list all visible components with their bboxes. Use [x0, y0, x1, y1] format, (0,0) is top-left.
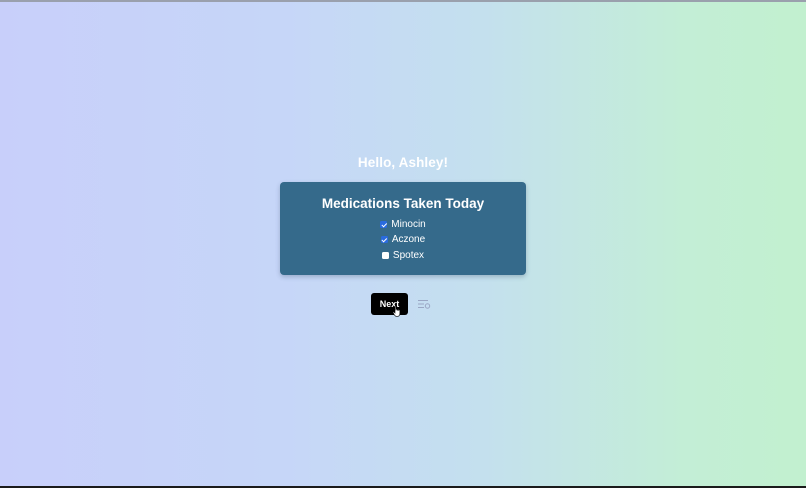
medications-card: Medications Taken Today Minocin Aczone S…: [280, 182, 526, 275]
greeting-heading: Hello, Ashley!: [357, 155, 449, 170]
minocin-checkbox[interactable]: [380, 221, 388, 228]
list-settings-icon[interactable]: [417, 298, 431, 310]
medication-item-minocin[interactable]: Minocin: [280, 219, 526, 230]
card-title: Medications Taken Today: [321, 196, 485, 211]
top-border: [0, 0, 806, 2]
medication-item-aczone[interactable]: Aczone: [280, 234, 526, 245]
next-button[interactable]: Next: [371, 293, 408, 315]
medication-item-spotex[interactable]: Spotex: [280, 250, 526, 261]
pointer-cursor-icon: [392, 305, 401, 317]
spotex-checkbox[interactable]: [381, 252, 389, 259]
medication-label: Aczone: [391, 234, 426, 245]
aczone-checkbox[interactable]: [380, 236, 388, 243]
medication-label: Spotex: [392, 250, 425, 261]
medication-label: Minocin: [391, 219, 426, 230]
